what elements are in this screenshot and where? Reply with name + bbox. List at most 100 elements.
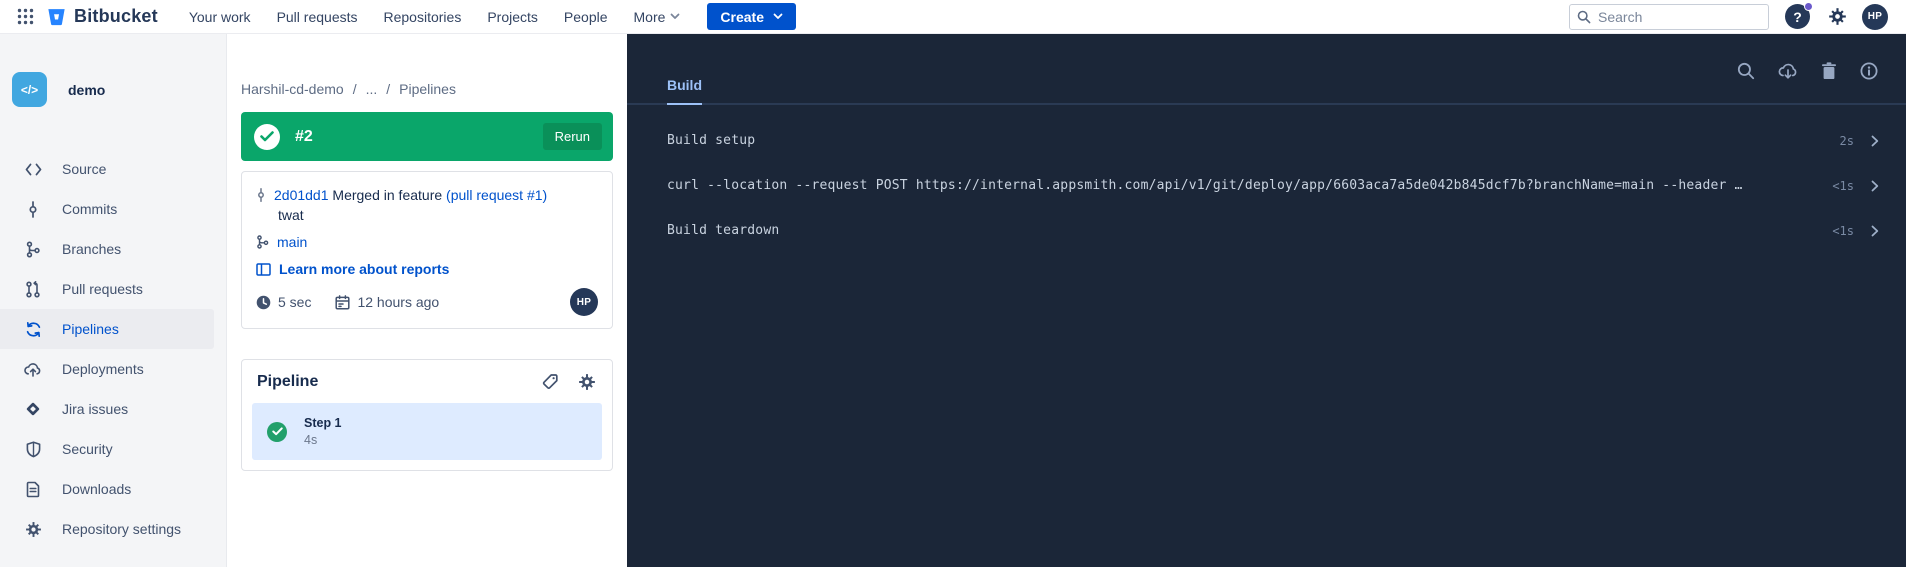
success-check-icon	[254, 124, 280, 150]
rerun-button[interactable]: Rerun	[543, 123, 602, 150]
commit-icon	[256, 188, 266, 202]
chevron-right-icon[interactable]	[1871, 135, 1879, 147]
commit-info-card: 2d01dd1 Merged in feature (pull request …	[241, 171, 613, 329]
sidebar-item-pipelines[interactable]: Pipelines	[0, 309, 214, 349]
step-text: Step 1 4s	[304, 415, 342, 448]
sidebar-item-source[interactable]: Source	[0, 149, 214, 189]
settings-gear-icon[interactable]	[1824, 4, 1850, 30]
breadcrumb-repo[interactable]: Harshil-cd-demo	[241, 81, 344, 97]
sidebar-item-label: Pipelines	[62, 321, 119, 337]
log-row-list: Build setup 2s curl --location --request…	[627, 105, 1906, 253]
learn-more-reports-link[interactable]: Learn more about reports	[279, 259, 449, 279]
breadcrumb-collapsed[interactable]: ...	[366, 81, 378, 97]
nav-your-work[interactable]: Your work	[176, 0, 264, 34]
chevron-down-icon	[773, 13, 783, 20]
breadcrumb: Harshil-cd-demo / ... / Pipelines	[241, 81, 613, 97]
top-navigation-bar: Bitbucket Your work Pull requests Reposi…	[0, 0, 1906, 34]
log-row-duration: 2s	[1822, 134, 1854, 148]
search-input[interactable]	[1569, 4, 1769, 30]
create-button[interactable]: Create	[707, 3, 796, 30]
sidebar-item-jira-issues[interactable]: Jira issues	[0, 389, 214, 429]
brand-wordmark: Bitbucket	[74, 6, 158, 27]
user-avatar[interactable]: HP	[1862, 4, 1888, 30]
primary-nav: Your work Pull requests Repositories Pro…	[176, 0, 694, 34]
deployments-cloud-icon	[24, 361, 42, 378]
commit-hash-link[interactable]: 2d01dd1	[274, 187, 329, 203]
sidebar-item-security[interactable]: Security	[0, 429, 214, 469]
gear-icon[interactable]	[578, 373, 596, 391]
run-time-ago: 12 hours ago	[357, 294, 439, 310]
log-toolbar	[1737, 62, 1878, 80]
sidebar-item-label: Deployments	[62, 361, 144, 377]
log-row-duration: <1s	[1814, 179, 1854, 193]
nav-more-label: More	[634, 9, 666, 25]
step-success-check-icon	[267, 422, 287, 442]
sidebar-item-downloads[interactable]: Downloads	[0, 469, 214, 509]
trash-icon[interactable]	[1821, 62, 1837, 80]
branch-icon	[256, 235, 269, 249]
step-name: Step 1	[304, 415, 342, 432]
breadcrumb-separator: /	[386, 81, 390, 97]
info-icon[interactable]	[1860, 62, 1878, 80]
log-tab-bar: Build	[627, 34, 1906, 105]
nav-projects[interactable]: Projects	[474, 0, 551, 34]
help-button[interactable]: ?	[1785, 4, 1810, 29]
log-row-command[interactable]: curl --location --request POST https://i…	[627, 163, 1906, 208]
breadcrumb-current[interactable]: Pipelines	[399, 81, 456, 97]
bitbucket-logo[interactable]: Bitbucket	[46, 6, 158, 27]
sidebar-item-repository-settings[interactable]: Repository settings	[0, 509, 214, 549]
pull-request-icon	[24, 281, 42, 298]
question-mark-icon: ?	[1793, 9, 1802, 25]
chevron-right-icon[interactable]	[1871, 225, 1879, 237]
notification-dot	[1804, 2, 1813, 11]
app-switcher-icon[interactable]	[12, 4, 38, 30]
pipeline-steps-card: Pipeline Step 1 4s	[241, 359, 613, 471]
repo-header: </> demo	[0, 34, 226, 107]
nav-repositories[interactable]: Repositories	[371, 0, 475, 34]
repo-avatar[interactable]: </>	[12, 72, 47, 107]
run-duration: 5 sec	[278, 294, 311, 310]
commit-row: 2d01dd1 Merged in feature (pull request …	[256, 185, 598, 205]
pipeline-card-header: Pipeline	[242, 360, 612, 403]
pipeline-card-actions	[541, 373, 596, 391]
download-log-icon[interactable]	[1778, 62, 1798, 80]
pipeline-step-row[interactable]: Step 1 4s	[252, 403, 602, 460]
search-icon	[1577, 10, 1591, 24]
tag-icon[interactable]	[541, 373, 559, 391]
nav-more[interactable]: More	[621, 0, 694, 34]
nav-people[interactable]: People	[551, 0, 621, 34]
sidebar-item-label: Branches	[62, 241, 121, 257]
repository-sidebar: </> demo Source Commits Branches Pull re…	[0, 34, 227, 567]
commit-message-line2: twat	[278, 205, 598, 225]
commit-icon	[24, 201, 42, 218]
gear-icon	[24, 521, 42, 538]
sidebar-item-label: Downloads	[62, 481, 131, 497]
committer-avatar[interactable]: HP	[570, 288, 598, 316]
commit-text: 2d01dd1 Merged in feature (pull request …	[274, 185, 547, 205]
pipeline-run-number: #2	[295, 128, 313, 146]
sidebar-item-label: Repository settings	[62, 521, 181, 537]
log-row-build-teardown[interactable]: Build teardown <1s	[627, 208, 1906, 253]
nav-pull-requests[interactable]: Pull requests	[264, 0, 371, 34]
tab-build[interactable]: Build	[667, 77, 702, 105]
chevron-right-icon[interactable]	[1871, 180, 1879, 192]
sidebar-item-branches[interactable]: Branches	[0, 229, 214, 269]
pipeline-card-title: Pipeline	[257, 373, 318, 391]
jira-icon	[24, 401, 42, 418]
pull-request-link[interactable]: (pull request #1)	[446, 187, 547, 203]
build-log-panel: Build Build setup 2s curl --location --r…	[627, 34, 1906, 567]
sidebar-item-deployments[interactable]: Deployments	[0, 349, 214, 389]
commit-message: Merged in feature	[332, 187, 442, 203]
sidebar-item-pull-requests[interactable]: Pull requests	[0, 269, 214, 309]
avatar-initials: HP	[1868, 11, 1883, 22]
search-box	[1569, 4, 1769, 30]
calendar-icon	[335, 295, 350, 310]
log-row-build-setup[interactable]: Build setup 2s	[627, 118, 1906, 163]
search-log-icon[interactable]	[1737, 62, 1755, 80]
pipeline-run-banner: #2 Rerun	[241, 112, 613, 161]
branch-icon	[24, 241, 42, 258]
log-row-text: Build setup	[667, 133, 755, 148]
branch-link[interactable]: main	[277, 232, 307, 252]
sidebar-item-commits[interactable]: Commits	[0, 189, 214, 229]
clock-icon	[256, 295, 271, 310]
